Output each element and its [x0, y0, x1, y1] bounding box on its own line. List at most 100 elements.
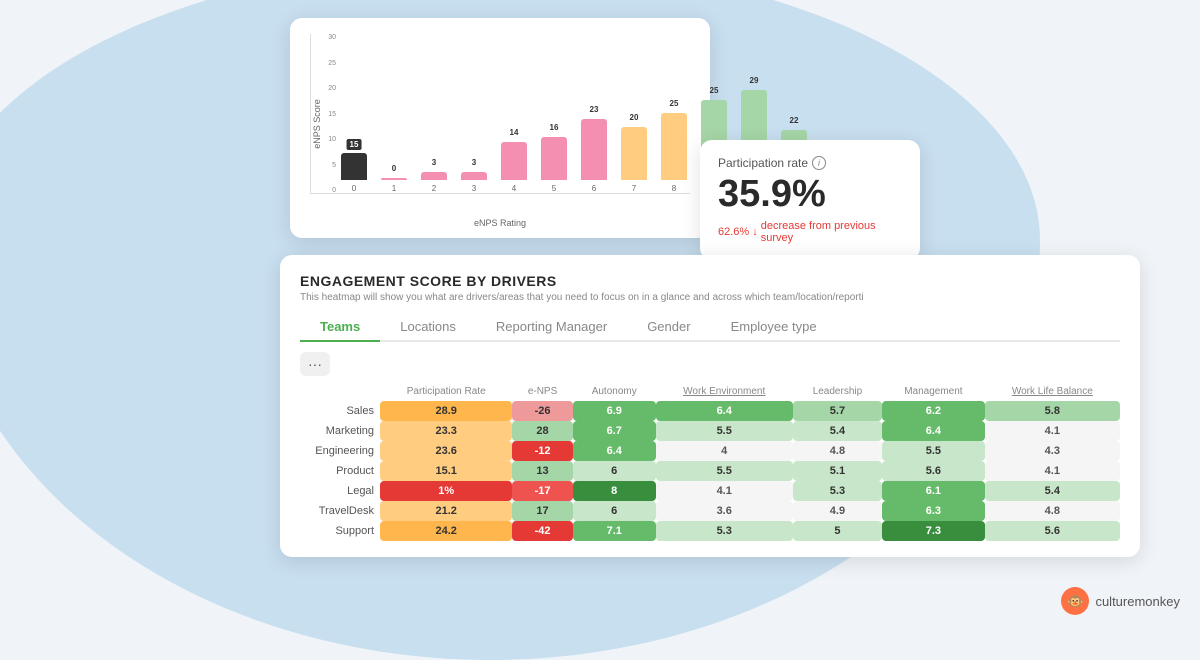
- table-header-row: Participation Rate e-NPS Autonomy Work E…: [300, 382, 1120, 401]
- cell-wlb: 4.8: [985, 501, 1120, 521]
- cell-leadership: 4.9: [793, 501, 883, 521]
- cell-leadership: 5.4: [793, 421, 883, 441]
- bar-3: 3: [461, 172, 487, 180]
- cell-autonomy: 6.9: [573, 401, 656, 421]
- th-leadership: Leadership: [793, 382, 883, 401]
- heatmap-card: ENGAGEMENT SCORE BY DRIVERS This heatmap…: [280, 255, 1140, 557]
- cell-management: 6.4: [882, 421, 984, 441]
- cell-work-env: 5.5: [656, 461, 793, 481]
- table-row: Product 15.1 13 6 5.5 5.1 5.6 4.1: [300, 461, 1120, 481]
- page-wrapper: eNPS Score 0 5 10 15 20 25 30 15: [0, 0, 1200, 629]
- tab-employee-type[interactable]: Employee type: [711, 313, 837, 342]
- th-participation: Participation Rate: [380, 382, 512, 401]
- cell-wlb: 4.3: [985, 441, 1120, 461]
- table-row: Engineering 23.6 -12 6.4 4 4.8 5.5 4.3: [300, 441, 1120, 461]
- bar-group-6: 23 6: [581, 119, 607, 193]
- cell-management: 7.3: [882, 521, 984, 541]
- team-label: Support: [300, 521, 380, 541]
- cell-enps: 28: [512, 421, 572, 441]
- cell-wlb: 5.6: [985, 521, 1120, 541]
- down-arrow-icon: ↓: [752, 226, 758, 238]
- info-icon[interactable]: i: [812, 156, 826, 170]
- cell-work-env: 3.6: [656, 501, 793, 521]
- cell-work-env: 5.5: [656, 421, 793, 441]
- cell-enps: -12: [512, 441, 572, 461]
- table-row: Marketing 23.3 28 6.7 5.5 5.4 6.4 4.1: [300, 421, 1120, 441]
- tab-teams[interactable]: Teams: [300, 313, 380, 342]
- participation-value: 35.9%: [718, 174, 902, 216]
- heatmap-subtitle: This heatmap will show you what are driv…: [300, 292, 1120, 303]
- cell-leadership: 5: [793, 521, 883, 541]
- cell-wlb: 4.1: [985, 421, 1120, 441]
- bar-8: 25: [661, 113, 687, 180]
- cell-participation: 24.2: [380, 521, 512, 541]
- chart-card: eNPS Score 0 5 10 15 20 25 30 15: [290, 18, 710, 238]
- cell-work-env: 4: [656, 441, 793, 461]
- team-label: Legal: [300, 481, 380, 501]
- cell-participation: 1%: [380, 481, 512, 501]
- team-label: Product: [300, 461, 380, 481]
- cell-work-env: 5.3: [656, 521, 793, 541]
- options-row: ···: [300, 352, 1120, 376]
- cell-management: 5.6: [882, 461, 984, 481]
- table-row: TravelDesk 21.2 17 6 3.6 4.9 6.3 4.8: [300, 501, 1120, 521]
- chart-area: eNPS Score 0 5 10 15 20 25 30 15: [310, 34, 690, 214]
- tab-reporting-manager[interactable]: Reporting Manager: [476, 313, 627, 342]
- team-label: Marketing: [300, 421, 380, 441]
- bar-0: 15: [341, 153, 367, 180]
- bar-6: 23: [581, 119, 607, 180]
- cell-leadership: 5.3: [793, 481, 883, 501]
- x-axis-title: eNPS Rating: [310, 218, 690, 228]
- cell-work-env: 6.4: [656, 401, 793, 421]
- tab-gender[interactable]: Gender: [627, 313, 710, 342]
- options-button[interactable]: ···: [300, 352, 330, 376]
- participation-title: Participation rate i: [718, 156, 902, 170]
- cell-participation: 21.2: [380, 501, 512, 521]
- bar-4: 14: [501, 142, 527, 180]
- table-row: Support 24.2 -42 7.1 5.3 5 7.3 5.6: [300, 521, 1120, 541]
- cell-wlb: 4.1: [985, 461, 1120, 481]
- bar-group-7: 20 7: [621, 127, 647, 193]
- cell-management: 6.3: [882, 501, 984, 521]
- cell-leadership: 4.8: [793, 441, 883, 461]
- cell-leadership: 5.1: [793, 461, 883, 481]
- cell-management: 6.2: [882, 401, 984, 421]
- table-row: Sales 28.9 -26 6.9 6.4 5.7 6.2 5.8: [300, 401, 1120, 421]
- team-label: TravelDesk: [300, 501, 380, 521]
- cell-enps: 13: [512, 461, 572, 481]
- bar-chart: 0 5 10 15 20 25 30 15 0: [310, 34, 690, 194]
- cell-leadership: 5.7: [793, 401, 883, 421]
- cell-work-env: 4.1: [656, 481, 793, 501]
- cell-autonomy: 6: [573, 501, 656, 521]
- th-work-environment: Work Environment: [656, 382, 793, 401]
- cell-enps: 17: [512, 501, 572, 521]
- cell-management: 5.5: [882, 441, 984, 461]
- cell-autonomy: 6.4: [573, 441, 656, 461]
- logo: 🐵 culturemonkey: [1061, 587, 1180, 615]
- bar-5: 16: [541, 137, 567, 180]
- bar-7: 20: [621, 127, 647, 180]
- tabs-container: Teams Locations Reporting Manager Gender…: [300, 313, 1120, 342]
- bar-group-8: 25 8: [661, 113, 687, 193]
- bar-group-5: 16 5: [541, 137, 567, 193]
- cell-autonomy: 6.7: [573, 421, 656, 441]
- th-autonomy: Autonomy: [573, 382, 656, 401]
- participation-change: 62.6% ↓ decrease from previous survey: [718, 220, 902, 244]
- th-work-life-balance: Work Life Balance: [985, 382, 1120, 401]
- cell-enps: -42: [512, 521, 572, 541]
- heatmap-title: ENGAGEMENT SCORE BY DRIVERS: [300, 273, 1120, 289]
- bar-group-2: 3 2: [421, 172, 447, 193]
- tab-locations[interactable]: Locations: [380, 313, 476, 342]
- bar-1: 0: [381, 178, 407, 180]
- bar-group-1: 0 1: [381, 178, 407, 193]
- bar-group-4: 14 4: [501, 142, 527, 193]
- bar-group-0: 15 0: [341, 153, 367, 193]
- team-label: Sales: [300, 401, 380, 421]
- cell-wlb: 5.4: [985, 481, 1120, 501]
- cell-autonomy: 8: [573, 481, 656, 501]
- table-row: Legal 1% -17 8 4.1 5.3 6.1 5.4: [300, 481, 1120, 501]
- team-label: Engineering: [300, 441, 380, 461]
- th-enps: e-NPS: [512, 382, 572, 401]
- cell-participation: 23.3: [380, 421, 512, 441]
- bar-2: 3: [421, 172, 447, 180]
